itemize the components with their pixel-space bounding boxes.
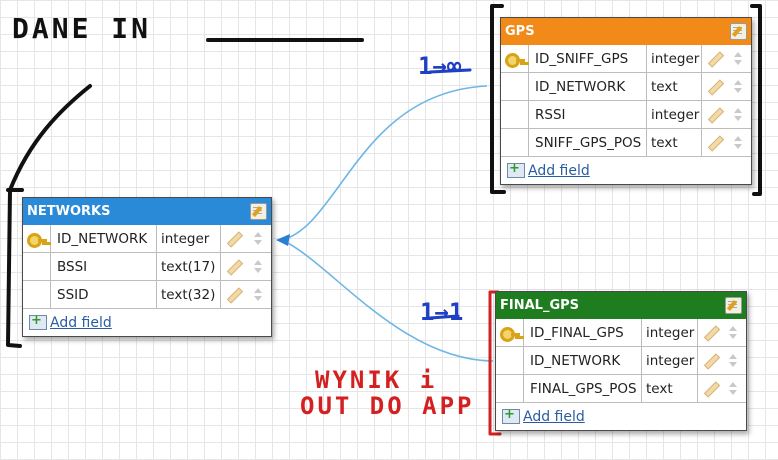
table-row[interactable]: SNIFF_GPS_POS text (501, 129, 751, 157)
field-type: integer (642, 347, 698, 374)
table-row[interactable]: ID_FINAL_GPS integer (496, 319, 746, 347)
table-header-gps[interactable]: GPS (501, 18, 751, 45)
key-cell (501, 129, 529, 156)
relation-line-gps-networks (281, 85, 488, 241)
table-gps[interactable]: GPS ID_SNIFF_GPS integer ID_NETWORK text… (500, 17, 752, 185)
primary-key-cell (496, 319, 524, 346)
reorder-arrows-icon[interactable] (733, 79, 743, 95)
table-row[interactable]: ID_NETWORK text (501, 73, 751, 101)
wynik-annotation-line1: WYNIK i (315, 366, 438, 394)
add-field-link[interactable]: Add field (50, 315, 112, 331)
primary-key-cell (501, 45, 529, 72)
field-name: ID_NETWORK (529, 73, 647, 100)
pencil-icon[interactable] (227, 288, 241, 302)
pencil-icon[interactable] (708, 108, 722, 122)
key-cell (496, 347, 524, 374)
field-name: SSID (51, 281, 157, 308)
add-field-row: Add field (501, 157, 751, 184)
table-header-final-gps[interactable]: FINAL_GPS (496, 292, 746, 319)
table-header-networks[interactable]: NETWORKS (23, 198, 271, 225)
one-to-many-annotation: 1→∞ (418, 52, 462, 80)
add-field-link[interactable]: Add field (523, 409, 585, 425)
primary-key-cell (23, 225, 51, 252)
table-row[interactable]: SSID text(32) (23, 281, 271, 309)
pencil-icon[interactable] (704, 382, 718, 396)
edit-table-icon[interactable] (725, 297, 742, 314)
table-row[interactable]: ID_NETWORK integer (496, 347, 746, 375)
field-type: text(32) (157, 281, 221, 308)
key-icon (499, 325, 520, 342)
add-field-icon[interactable] (29, 313, 47, 330)
field-type: integer (647, 101, 702, 128)
table-row[interactable]: ID_SNIFF_GPS integer (501, 45, 751, 73)
key-cell (23, 253, 51, 280)
key-cell (501, 101, 529, 128)
key-icon (504, 51, 525, 68)
field-name: ID_SNIFF_GPS (529, 45, 647, 72)
pencil-icon[interactable] (708, 80, 722, 94)
pencil-icon[interactable] (704, 326, 718, 340)
field-type: integer (647, 45, 702, 72)
pencil-icon[interactable] (708, 52, 722, 66)
key-cell (23, 281, 51, 308)
add-field-link[interactable]: Add field (528, 163, 590, 179)
key-cell (501, 73, 529, 100)
edit-table-icon[interactable] (730, 23, 747, 40)
field-name: RSSI (529, 101, 647, 128)
field-type: text (647, 73, 702, 100)
reorder-arrows-icon[interactable] (733, 135, 743, 151)
table-row[interactable]: FINAL_GPS_POS text (496, 375, 746, 403)
reorder-arrows-icon[interactable] (733, 107, 743, 123)
table-row[interactable]: RSSI integer (501, 101, 751, 129)
pencil-icon[interactable] (704, 354, 718, 368)
field-type: text(17) (157, 253, 221, 280)
add-field-row: Add field (23, 309, 271, 336)
field-name: ID_NETWORK (51, 225, 157, 252)
reorder-arrows-icon[interactable] (253, 231, 263, 247)
field-name: ID_NETWORK (524, 347, 642, 374)
add-field-icon[interactable] (507, 161, 525, 178)
reorder-arrows-icon[interactable] (253, 287, 263, 303)
one-to-one-annotation: 1→1 (420, 298, 464, 326)
field-type: text (642, 375, 698, 402)
field-name: ID_FINAL_GPS (524, 319, 642, 346)
pencil-icon[interactable] (227, 232, 241, 246)
pencil-icon[interactable] (708, 136, 722, 150)
field-type: integer (157, 225, 221, 252)
add-field-row: Add field (496, 403, 746, 430)
field-type: text (647, 129, 702, 156)
wynik-annotation-line2: OUT DO APP (300, 392, 475, 420)
relation-arrow-head (276, 234, 290, 246)
table-row[interactable]: ID_NETWORK integer (23, 225, 271, 253)
table-final-gps[interactable]: FINAL_GPS ID_FINAL_GPS integer ID_NETWOR… (495, 291, 747, 431)
key-icon (26, 231, 47, 248)
reorder-arrows-icon[interactable] (733, 51, 743, 67)
table-row[interactable]: BSSI text(17) (23, 253, 271, 281)
pencil-icon[interactable] (227, 260, 241, 274)
add-field-icon[interactable] (502, 407, 520, 424)
table-title: GPS (505, 24, 535, 39)
edit-table-icon[interactable] (250, 203, 267, 220)
field-name: BSSI (51, 253, 157, 280)
dane-in-annotation: DANE IN (12, 12, 152, 45)
field-name: SNIFF_GPS_POS (529, 129, 647, 156)
table-title: FINAL_GPS (500, 298, 580, 313)
reorder-arrows-icon[interactable] (253, 259, 263, 275)
table-title: NETWORKS (27, 204, 111, 219)
field-name: FINAL_GPS_POS (524, 375, 642, 402)
field-type: integer (642, 319, 698, 346)
reorder-arrows-icon[interactable] (728, 353, 738, 369)
table-networks[interactable]: NETWORKS ID_NETWORK integer BSSI text(17… (22, 197, 272, 337)
key-cell (496, 375, 524, 402)
gps-right-bracket-stroke (750, 4, 762, 196)
reorder-arrows-icon[interactable] (728, 325, 738, 341)
diagram-canvas: DANE IN 1→∞ 1→1 WYNIK i OUT DO APP GPS I… (0, 0, 778, 460)
reorder-arrows-icon[interactable] (728, 381, 738, 397)
